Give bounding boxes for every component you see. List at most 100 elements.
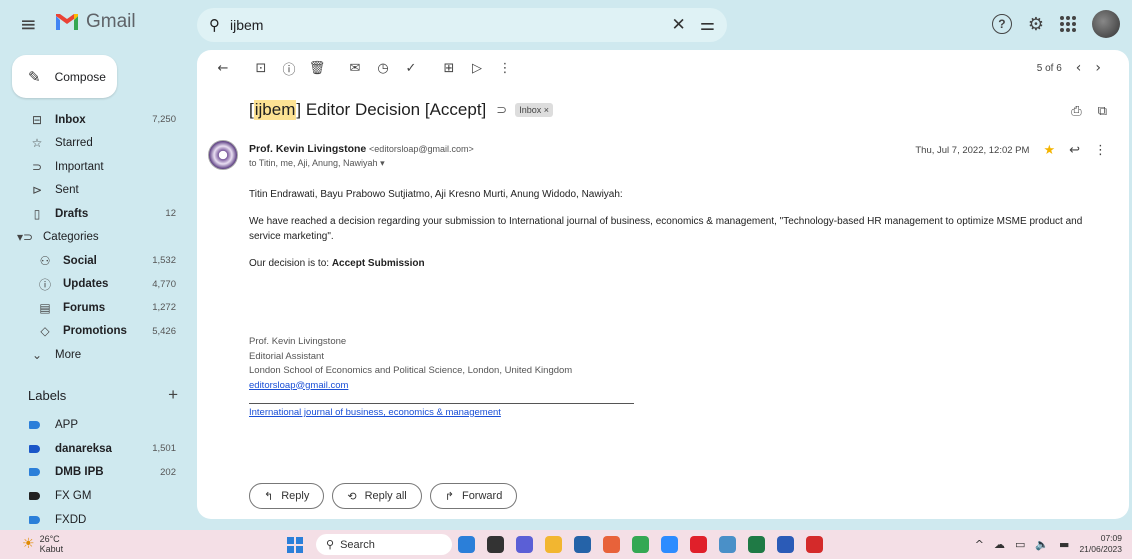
- gear-icon[interactable]: ⚙: [1028, 14, 1044, 35]
- browser-app-icon[interactable]: [603, 536, 620, 553]
- label-item[interactable]: FXDD: [0, 508, 190, 532]
- label-tag-icon: [29, 420, 40, 429]
- decision-value: Accept Submission: [331, 258, 425, 269]
- search-bar[interactable]: ⚲ ijbem ✕ ⚌: [197, 8, 727, 42]
- reply-all-button[interactable]: ⟲ Reply all: [332, 483, 422, 509]
- info-icon: ⓘ: [38, 277, 51, 292]
- message-more-icon[interactable]: ⋮: [1094, 143, 1107, 158]
- bing-app-icon[interactable]: [458, 536, 475, 553]
- weather-widget[interactable]: ☀ 26°C Kabut: [22, 534, 63, 554]
- chrome-app-icon[interactable]: [632, 536, 649, 553]
- sidebar-item-categories[interactable]: ▾⊃ Categories: [0, 226, 190, 250]
- sidebar-item-social[interactable]: ⚇ Social 1,532: [0, 249, 190, 273]
- clock[interactable]: 07:09 21/06/2023: [1079, 533, 1122, 555]
- snooze-icon[interactable]: ◷: [369, 61, 397, 76]
- reply-icon[interactable]: ↩: [1069, 143, 1080, 158]
- report-spam-icon[interactable]: ⓘ: [275, 59, 303, 78]
- sig-email-link[interactable]: editorsloap@gmail.com: [249, 380, 348, 391]
- account-avatar[interactable]: [1092, 10, 1120, 38]
- label-item[interactable]: danareksa 1,501: [0, 437, 190, 461]
- older-chevron-icon[interactable]: ›: [1095, 60, 1101, 76]
- help-icon[interactable]: ?: [991, 14, 1012, 34]
- sender-info: Prof. Kevin Livingstone <editorsloap@gma…: [249, 143, 474, 155]
- chevron-down-icon: ⌄: [31, 347, 43, 362]
- mark-unread-icon[interactable]: ✉: [341, 61, 369, 76]
- search-options-icon[interactable]: ⚌: [700, 15, 715, 35]
- sender-email: <editorsloap@gmail.com>: [369, 144, 474, 154]
- gmail-logo[interactable]: Gmail: [54, 11, 136, 33]
- tag-icon: ◇: [40, 324, 50, 339]
- sidebar-item-inbox[interactable]: ⊟ Inbox 7,250: [0, 108, 190, 132]
- subject-actions: ⎙ ⧉: [1071, 104, 1107, 119]
- store-app-icon[interactable]: [574, 536, 591, 553]
- taskbar-search[interactable]: ⚲ Search: [316, 534, 452, 555]
- page-count: 5 of 6: [1036, 62, 1062, 74]
- archive-icon[interactable]: ⊡: [247, 61, 275, 76]
- important-marker-icon[interactable]: ⊃: [496, 103, 507, 118]
- inbox-label-chip[interactable]: Inbox ×: [515, 103, 553, 117]
- search-icon: ⚲: [326, 538, 335, 551]
- recipients[interactable]: to Titin, me, Aji, Anung, Nawiyah ▾: [249, 158, 385, 169]
- zoom-app-icon[interactable]: [661, 536, 678, 553]
- battery-icon[interactable]: ▬: [1059, 538, 1069, 551]
- sidebar-item-drafts[interactable]: ▯ Drafts 12: [0, 202, 190, 226]
- search-icon[interactable]: ⚲: [209, 16, 220, 34]
- sidebar-item-promotions[interactable]: ◇ Promotions 5,426: [0, 320, 190, 344]
- word-app-icon[interactable]: [777, 536, 794, 553]
- folder-app-icon[interactable]: [545, 536, 562, 553]
- star-icon[interactable]: ★: [1043, 143, 1055, 158]
- apps-grid-icon[interactable]: [1060, 16, 1076, 32]
- label-item[interactable]: APP: [0, 413, 190, 437]
- delete-icon[interactable]: 🗑: [303, 61, 331, 76]
- label-as-icon[interactable]: ▷: [463, 61, 491, 76]
- label-item[interactable]: DMB IPB 202: [0, 460, 190, 484]
- sig-role: Editorial Assistant: [249, 350, 324, 362]
- forward-button[interactable]: ↱ Forward: [429, 483, 518, 509]
- back-arrow-icon[interactable]: ←: [209, 61, 237, 76]
- network-icon[interactable]: ▭: [1015, 538, 1025, 551]
- main-menu-icon[interactable]: ≡: [20, 12, 37, 36]
- chevron-up-icon[interactable]: ^: [975, 538, 984, 551]
- terminal-app-icon[interactable]: [487, 536, 504, 553]
- sender-avatar[interactable]: [208, 140, 238, 170]
- volume-icon[interactable]: 🔈: [1035, 538, 1049, 551]
- search-input[interactable]: ijbem: [230, 17, 658, 33]
- cloud-icon[interactable]: ☁: [994, 538, 1005, 551]
- sidebar-item-more[interactable]: ⌄ More: [0, 343, 190, 367]
- reply-all-arrow-icon: ⟲: [347, 489, 357, 503]
- newer-chevron-icon[interactable]: ‹: [1076, 60, 1082, 76]
- notepad-app-icon[interactable]: [719, 536, 736, 553]
- open-new-window-icon[interactable]: ⧉: [1098, 104, 1107, 119]
- journal-link[interactable]: International journal of business, econo…: [249, 407, 501, 418]
- more-options-icon[interactable]: ⋮: [491, 61, 519, 76]
- move-to-icon[interactable]: ⊞: [435, 61, 463, 76]
- add-task-icon[interactable]: ✓: [397, 61, 425, 76]
- draft-icon: ▯: [33, 206, 41, 221]
- sidebar-item-forums[interactable]: ▤ Forums 1,272: [0, 296, 190, 320]
- compose-button[interactable]: ✎ Compose: [12, 55, 117, 98]
- pdf-app-icon[interactable]: [806, 536, 823, 553]
- label-item[interactable]: FX GM: [0, 484, 190, 508]
- windows-start-icon[interactable]: [287, 537, 303, 553]
- sender-name[interactable]: Prof. Kevin Livingstone: [249, 143, 366, 155]
- chat-app-icon[interactable]: [516, 536, 533, 553]
- sidebar-item-label: Updates: [63, 278, 109, 291]
- clear-search-icon[interactable]: ✕: [672, 15, 686, 35]
- sidebar-item-count: 12: [165, 208, 176, 220]
- clock-date: 21/06/2023: [1079, 544, 1122, 554]
- add-label-icon[interactable]: +: [168, 386, 178, 403]
- clock-time: 07:09: [1100, 533, 1122, 543]
- print-icon[interactable]: ⎙: [1071, 104, 1081, 119]
- sidebar-item-updates[interactable]: ⓘ Updates 4,770: [0, 273, 190, 297]
- excel-app-icon[interactable]: [748, 536, 765, 553]
- sidebar-item-label: More: [55, 348, 82, 361]
- sidebar-item-label: Drafts: [55, 207, 89, 220]
- opera-app-icon[interactable]: [690, 536, 707, 553]
- sidebar-item-starred[interactable]: ☆ Starred: [0, 132, 190, 156]
- pencil-icon: ✎: [28, 67, 41, 86]
- sidebar-item-sent[interactable]: ⊳ Sent: [0, 179, 190, 203]
- label-tag-icon: [29, 468, 40, 477]
- sidebar-item-important[interactable]: ⊃ Important: [0, 155, 190, 179]
- reply-button[interactable]: ↰ Reply: [249, 483, 325, 509]
- reply-actions: ↰ Reply ⟲ Reply all ↱ Forward: [249, 483, 518, 509]
